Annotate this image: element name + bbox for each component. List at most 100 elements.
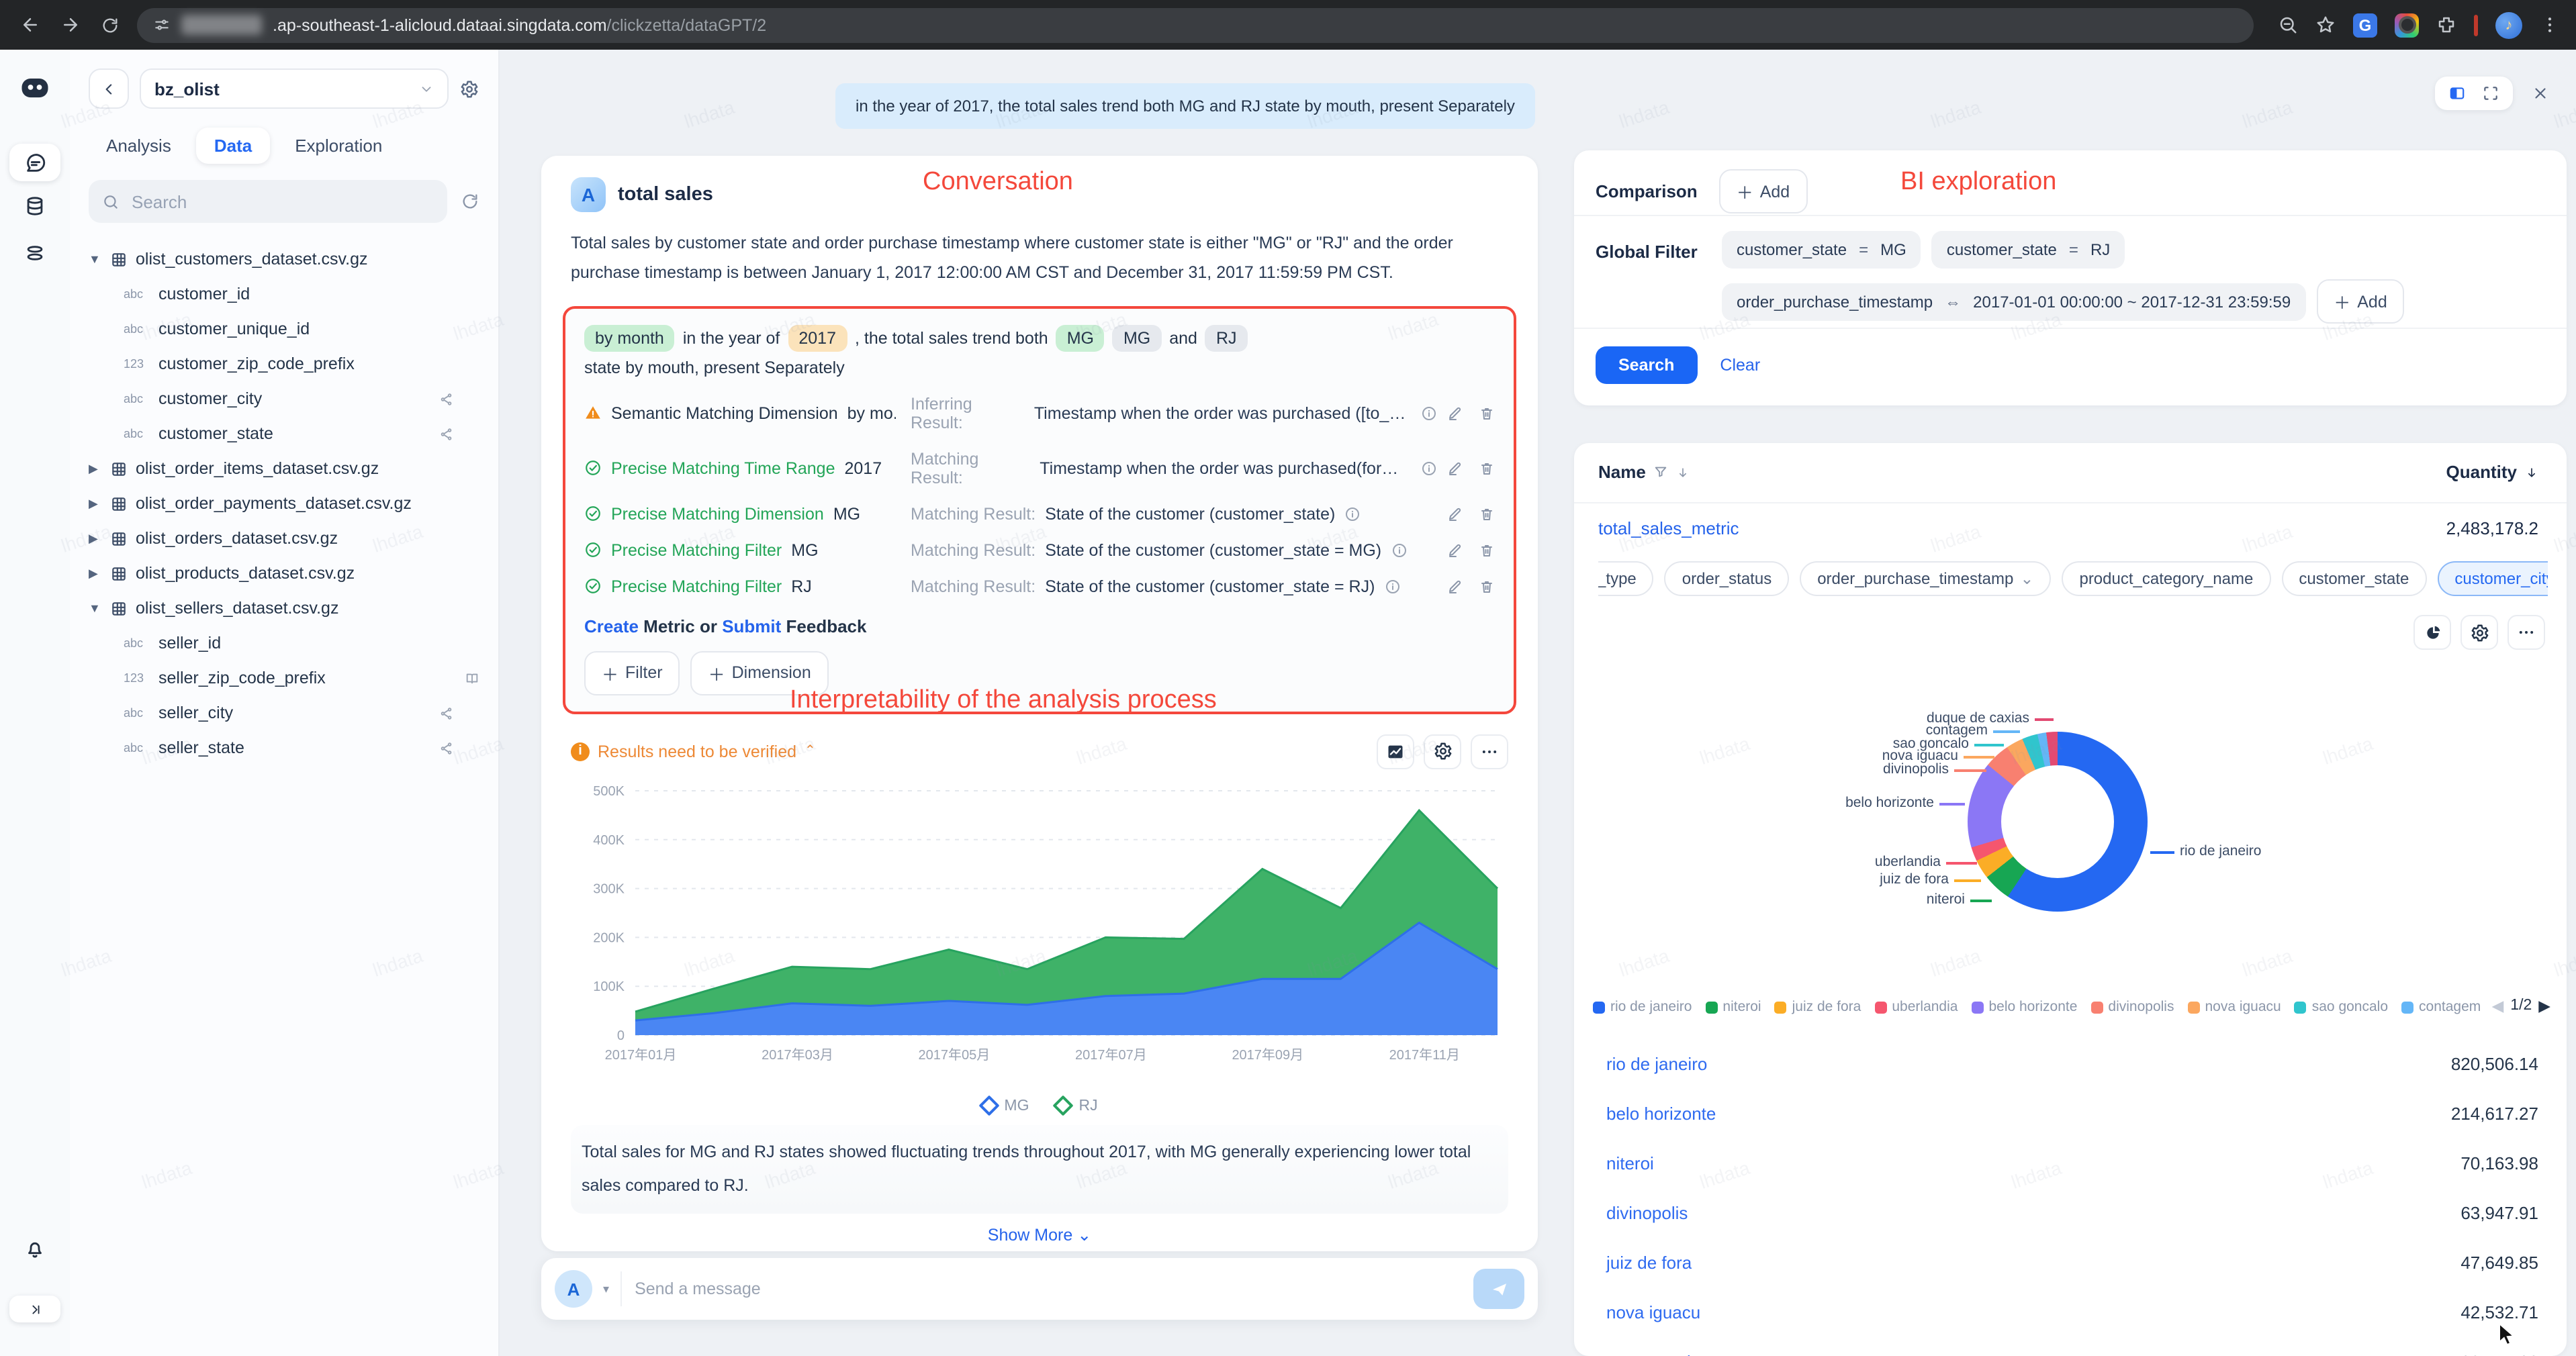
create-metric-link[interactable]: Create <box>584 616 639 636</box>
caret-icon[interactable]: ▼ <box>89 252 102 266</box>
filter-chip[interactable]: customer_state=RJ <box>1932 231 2125 269</box>
nav-collections[interactable] <box>24 242 46 264</box>
dimension-chip-product_category_name[interactable]: product_category_name <box>2062 561 2270 596</box>
submit-feedback-link[interactable]: Submit <box>722 616 781 636</box>
tree-field-row[interactable]: abcseller_state <box>89 730 479 765</box>
clear-link[interactable]: Clear <box>1720 356 1760 375</box>
query-chip[interactable]: MG <box>1113 325 1161 352</box>
translate-extension-icon[interactable]: G <box>2353 13 2377 37</box>
donut-legend-juiz de fora[interactable]: juiz de fora <box>1775 999 1861 1015</box>
city-name-link[interactable]: juiz de fora <box>1606 1253 1692 1273</box>
donut-legend-rio de janeiro[interactable]: rio de janeiro <box>1593 999 1692 1015</box>
caret-icon[interactable]: ▶ <box>89 496 102 511</box>
dimension-chip-payment_type[interactable]: payment_type <box>1598 561 1654 596</box>
tab-exploration[interactable]: Exploration <box>277 128 400 164</box>
sidebar-settings-icon[interactable] <box>459 79 479 99</box>
name-column-header[interactable]: Name <box>1598 462 1646 482</box>
edit-icon[interactable] <box>1446 542 1463 559</box>
collapse-rail-button[interactable] <box>9 1296 60 1322</box>
donut-legend-divinopolis[interactable]: divinopolis <box>2090 999 2174 1015</box>
donut-legend-sao goncalo[interactable]: sao goncalo <box>2295 999 2388 1015</box>
tree-table-row[interactable]: ▼olist_sellers_dataset.csv.gz <box>89 591 479 626</box>
bookmark-icon[interactable] <box>2315 15 2336 35</box>
message-input-bar[interactable]: A ▾ <box>541 1258 1538 1320</box>
browser-reload-icon[interactable] <box>97 11 124 38</box>
split-panel-icon[interactable] <box>2448 85 2466 102</box>
address-bar[interactable]: .ap-southeast-1-alicloud.dataai.singdata… <box>137 7 2254 42</box>
filter-chip[interactable]: order_purchase_timestamp⇔2017-01-01 00:0… <box>1722 283 2305 320</box>
dimension-chip-order_status[interactable]: order_status <box>1665 561 1789 596</box>
zoom-icon[interactable] <box>2278 15 2298 35</box>
more-button[interactable] <box>2508 615 2545 650</box>
donut-legend-belo horizonte[interactable]: belo horizonte <box>1971 999 2077 1015</box>
tree-table-row[interactable]: ▶olist_order_payments_dataset.csv.gz <box>89 486 479 521</box>
page-prev-icon[interactable]: ◀ <box>2492 996 2504 1015</box>
sort-desc-icon[interactable] <box>2525 465 2538 479</box>
sort-icon[interactable] <box>1677 465 1690 479</box>
city-name-link[interactable]: sao goncalo <box>1606 1352 1700 1356</box>
dimension-chip-order_purchase_timestamp[interactable]: order_purchase_timestamp⌄ <box>1800 561 2051 596</box>
tree-table-row[interactable]: ▼olist_customers_dataset.csv.gz <box>89 242 479 277</box>
delete-icon[interactable] <box>1479 542 1495 559</box>
model-select-caret-icon[interactable]: ▾ <box>603 1281 609 1296</box>
metric-link[interactable]: total_sales_metric <box>1598 518 1739 538</box>
caret-icon[interactable]: ▶ <box>89 566 102 581</box>
pinned-extension-icon[interactable] <box>2474 14 2478 36</box>
delete-icon[interactable] <box>1479 579 1495 595</box>
city-name-link[interactable]: divinopolis <box>1606 1203 1688 1223</box>
query-chip[interactable]: MG <box>1056 325 1105 352</box>
donut-legend-niteroi[interactable]: niteroi <box>1705 999 1761 1015</box>
refresh-icon[interactable] <box>461 192 479 211</box>
query-chip[interactable]: 2017 <box>788 325 847 352</box>
legend-item-MG[interactable]: MG <box>981 1098 1029 1114</box>
search-input[interactable] <box>89 180 447 223</box>
page-next-icon[interactable]: ▶ <box>2538 996 2550 1015</box>
city-name-link[interactable]: rio de janeiro <box>1606 1054 1707 1074</box>
tree-field-row[interactable]: abccustomer_unique_id <box>89 311 479 346</box>
delete-icon[interactable] <box>1479 461 1495 477</box>
tree-field-row[interactable]: 123customer_zip_code_prefix <box>89 346 479 381</box>
chart-settings-button[interactable] <box>1424 734 1461 769</box>
browser-back-icon[interactable] <box>16 11 43 38</box>
tree-field-row[interactable]: abcseller_id <box>89 626 479 661</box>
tree-table-row[interactable]: ▶olist_products_dataset.csv.gz <box>89 556 479 591</box>
comparison-add-button[interactable]: ＋Add <box>1719 169 1808 213</box>
site-settings-icon[interactable] <box>153 16 171 34</box>
tree-field-row[interactable]: 123seller_zip_code_prefix <box>89 661 479 695</box>
edit-icon[interactable] <box>1446 579 1463 595</box>
donut-legend-nova iguacu[interactable]: nova iguacu <box>2187 999 2281 1015</box>
show-more-link[interactable]: Show More ⌄ <box>571 1224 1508 1245</box>
screenshot-extension-icon[interactable] <box>2395 13 2419 37</box>
collapse-caret-icon[interactable]: ⌃ <box>804 744 816 759</box>
caret-icon[interactable]: ▶ <box>89 531 102 546</box>
query-chip[interactable]: RJ <box>1205 325 1248 352</box>
delete-icon[interactable] <box>1479 506 1495 522</box>
fit-screen-icon[interactable] <box>2482 85 2499 102</box>
edit-icon[interactable] <box>1446 461 1463 477</box>
filter-add-button[interactable]: ＋Add <box>2316 279 2405 324</box>
close-panel-icon[interactable] <box>2532 85 2549 102</box>
search-button[interactable]: Search <box>1596 346 1697 384</box>
chart-config-button[interactable] <box>2460 615 2498 650</box>
tree-field-row[interactable]: abccustomer_city <box>89 381 479 416</box>
extensions-icon[interactable] <box>2436 15 2456 35</box>
workspace-select[interactable]: bz_olist <box>140 68 449 109</box>
tab-data[interactable]: Data <box>197 128 269 164</box>
donut-legend-uberlandia[interactable]: uberlandia <box>1874 999 1958 1015</box>
nav-chat[interactable] <box>9 144 60 181</box>
tree-table-row[interactable]: ▶olist_orders_dataset.csv.gz <box>89 521 479 556</box>
tree-field-row[interactable]: abccustomer_state <box>89 416 479 451</box>
add-filter-button[interactable]: ＋Filter <box>584 651 680 695</box>
tree-field-row[interactable]: abcseller_city <box>89 695 479 730</box>
tree-field-row[interactable]: abccustomer_id <box>89 277 479 311</box>
send-button[interactable] <box>1473 1269 1524 1309</box>
filter-icon[interactable] <box>1654 465 1669 479</box>
city-name-link[interactable]: belo horizonte <box>1606 1104 1716 1124</box>
caret-icon[interactable]: ▶ <box>89 461 102 476</box>
dimension-chip-customer_city[interactable]: customer_city <box>2437 561 2548 596</box>
browser-menu-icon[interactable] <box>2540 15 2560 35</box>
query-chip[interactable]: by month <box>584 325 675 352</box>
city-name-link[interactable]: niteroi <box>1606 1153 1654 1173</box>
tree-table-row[interactable]: ▶olist_order_items_dataset.csv.gz <box>89 451 479 486</box>
chart-more-button[interactable] <box>1471 734 1508 769</box>
